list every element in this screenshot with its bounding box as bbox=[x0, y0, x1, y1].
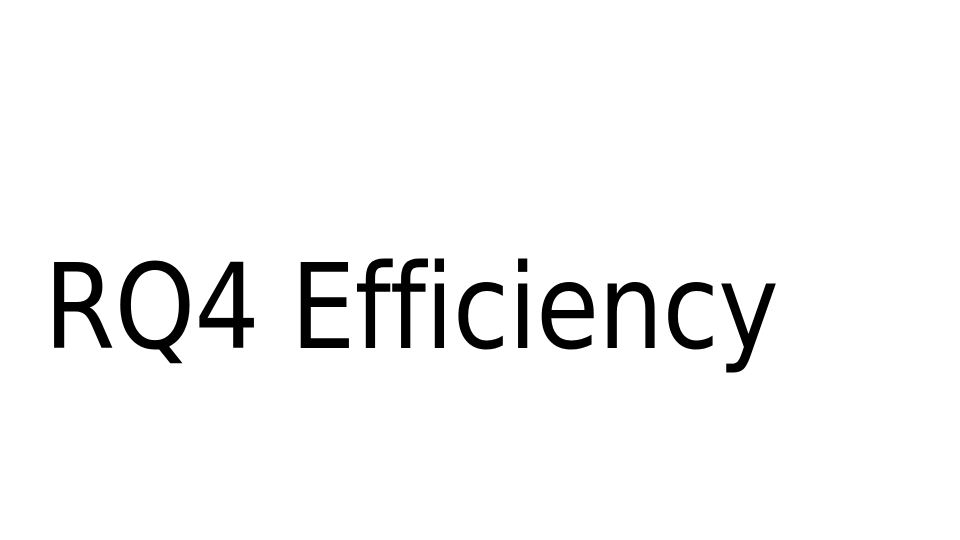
slide: RQ4 Efficiency bbox=[0, 0, 960, 540]
slide-title: RQ4 Efficiency bbox=[44, 238, 779, 376]
